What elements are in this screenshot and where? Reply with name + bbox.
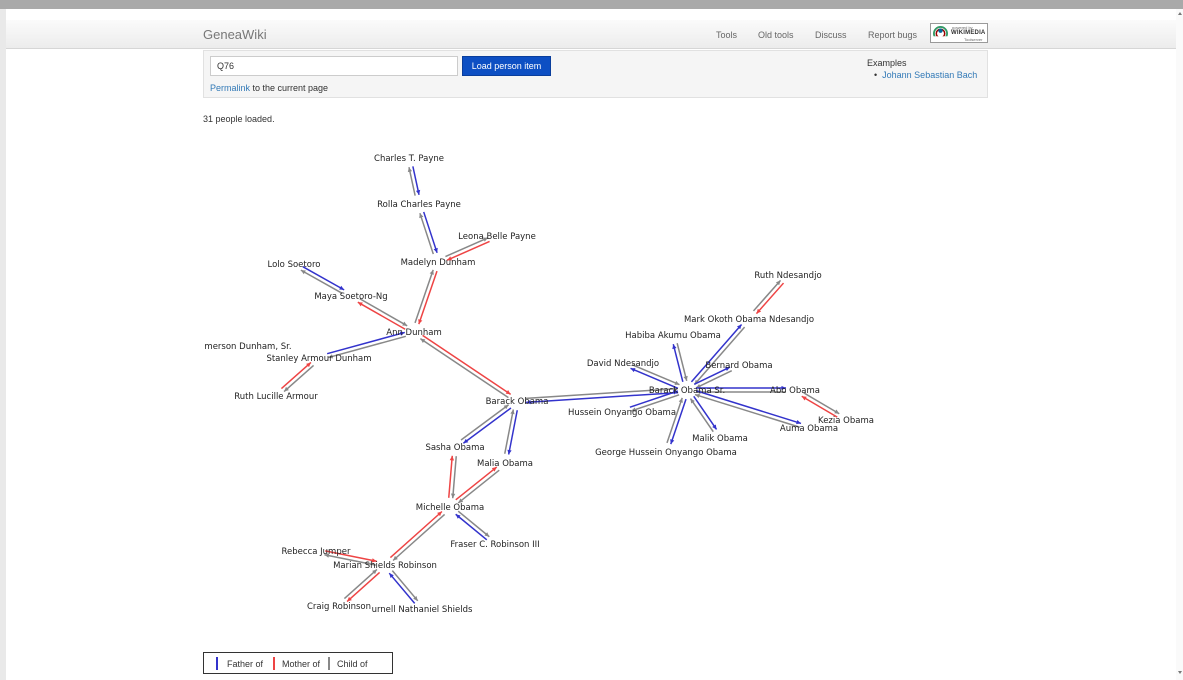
- edge-mother-ruth_armour-stanley_dunham: [280, 361, 312, 390]
- edge-father-fraser_robinson-michelle_obama: [455, 513, 488, 541]
- edge-father-purnell_shields-marian_robinson: [388, 572, 416, 604]
- scrollbar[interactable]: [1176, 9, 1183, 680]
- edge-mother-madelyn_dunham-ann_dunham: [418, 270, 438, 325]
- scroll-down-icon[interactable]: [1178, 671, 1182, 674]
- edge-child-maya_soetoro-lolo_soetoro: [300, 269, 343, 294]
- edge-child-habiba_obama-barack_sr: [676, 343, 688, 381]
- edge-arrow-barack_sr-george_obama: [670, 439, 675, 445]
- edge-mother-ann_dunham-barack_obama: [422, 334, 512, 395]
- edge-child-george_obama-barack_sr: [666, 397, 683, 444]
- edge-mother-kezia_obama-abo_obama: [801, 395, 838, 418]
- edge-child-michelle_obama-marian_robinson: [392, 513, 446, 562]
- edge-child-sasha_obama-barack_obama: [460, 404, 510, 441]
- edge-child-michelle_obama-fraser_robinson: [457, 510, 490, 538]
- edge-child-malia_obama-barack_obama: [504, 409, 515, 454]
- node-auma-obama[interactable]: Auma Obama: [780, 424, 838, 434]
- node-rebecca-jumper[interactable]: Rebecca Jumper: [282, 547, 351, 557]
- node-lolo-soetoro[interactable]: Lolo Soetoro: [268, 260, 321, 270]
- edge-mother-marian_robinson-michelle_obama: [389, 510, 443, 559]
- node-george-obama[interactable]: George Hussein Onyango Obama: [595, 448, 737, 458]
- node-hussein-onyango[interactable]: Hussein Onyango Obama: [568, 408, 676, 418]
- node-craig-robinson[interactable]: Craig Robinson: [307, 602, 371, 612]
- edge-arrow-child-madelyn_dunham-rolla_payne: [419, 213, 424, 219]
- edge-child-barack_obama-ann_dunham: [419, 338, 509, 399]
- node-emerson-dunham[interactable]: merson Dunham, Sr.: [204, 342, 291, 352]
- edge-child-stanley_dunham-ruth_armour: [283, 364, 315, 393]
- edge-arrow-child-sasha_obama-michelle_obama: [450, 493, 456, 499]
- edge-child-maya_soetoro-ann_dunham: [359, 298, 408, 327]
- scroll-up-icon[interactable]: [1178, 12, 1182, 15]
- edge-arrow-michelle_obama-sasha_obama: [449, 455, 455, 461]
- edge-child-sasha_obama-michelle_obama: [451, 456, 457, 499]
- edge-child-craig_robinson-marian_robinson: [343, 568, 378, 600]
- node-malik-obama[interactable]: Malik Obama: [692, 434, 748, 444]
- edge-mother-marian_robinson-craig_robinson: [346, 571, 381, 603]
- edge-child-marian_robinson-purnell_shields: [391, 570, 419, 602]
- edge-father-barack_sr-malik_obama: [693, 395, 718, 430]
- edge-mother-michelle_obama-malia_obama: [455, 466, 498, 501]
- family-graph[interactable]: Charles T. Payne Rolla Charles Payne Leona…: [0, 0, 1183, 680]
- edge-father-barack_sr-habiba_obama: [672, 344, 684, 382]
- node-ruth-ndesandjo[interactable]: Ruth Ndesandjo: [754, 271, 821, 281]
- edge-mother-ruth_ndesandjo-mark_ndesandjo: [755, 282, 785, 315]
- edge-arrow-rolla_payne-madelyn_dunham: [433, 247, 438, 253]
- node-fraser-robinson[interactable]: Fraser C. Robinson III: [450, 540, 539, 550]
- node-bernard-obama[interactable]: Bernard Obama: [705, 361, 772, 371]
- node-charles-payne[interactable]: Charles T. Payne: [374, 154, 444, 164]
- node-stanley-dunham[interactable]: Stanley Armour Dunham: [266, 354, 371, 364]
- node-barack-obama[interactable]: Barack Obama: [486, 397, 549, 407]
- node-rolla-payne[interactable]: Rolla Charles Payne: [377, 200, 461, 210]
- node-marian-robinson[interactable]: Marian Shields Robinson: [333, 561, 437, 571]
- edge-child-malik_obama-barack_sr: [689, 398, 714, 433]
- node-barack-sr[interactable]: Barack Obama Sr.: [649, 386, 725, 396]
- edge-arrow-child-george_obama-barack_sr: [678, 397, 683, 403]
- edge-mother-ann_dunham-maya_soetoro: [357, 301, 406, 330]
- node-david-ndesandjo[interactable]: David Ndesandjo: [587, 359, 659, 369]
- edge-father-barack_sr-george_obama: [670, 398, 687, 445]
- node-leona-payne[interactable]: Leona Belle Payne: [458, 232, 536, 242]
- edge-child-malia_obama-michelle_obama: [457, 469, 500, 504]
- edge-mother-michelle_obama-sasha_obama: [448, 455, 454, 498]
- edge-child-ann_dunham-madelyn_dunham: [414, 269, 434, 324]
- edge-arrow-madelyn_dunham-ann_dunham: [418, 319, 423, 325]
- node-malia-obama[interactable]: Malia Obama: [477, 459, 533, 469]
- node-ruth-armour[interactable]: Ruth Lucille Armour: [234, 392, 318, 402]
- edge-child-mark_ndesandjo-ruth_ndesandjo: [752, 279, 782, 312]
- edge-child-auma_obama-barack_sr: [694, 393, 801, 428]
- node-mark-ndesandjo[interactable]: Mark Okoth Obama Ndesandjo: [684, 315, 814, 325]
- edge-arrow-child-ann_dunham-madelyn_dunham: [429, 269, 434, 275]
- node-michelle-obama[interactable]: Michelle Obama: [416, 503, 484, 513]
- node-abo-obama[interactable]: Abo Obama: [770, 386, 820, 396]
- node-purnell-shields[interactable]: urnell Nathaniel Shields: [372, 605, 473, 615]
- node-maya-soetoro[interactable]: Maya Soetoro-Ng: [314, 292, 387, 302]
- node-sasha-obama[interactable]: Sasha Obama: [425, 443, 484, 453]
- edge-father-lolo_soetoro-maya_soetoro: [302, 266, 345, 291]
- node-madelyn-dunham[interactable]: Madelyn Dunham: [401, 258, 476, 268]
- node-habiba-obama[interactable]: Habiba Akumu Obama: [625, 331, 721, 341]
- node-ann-dunham[interactable]: Ann Dunham: [386, 328, 442, 338]
- edge-father-barack_obama-malia_obama: [507, 410, 518, 455]
- edge-father-barack_obama-sasha_obama: [462, 407, 512, 444]
